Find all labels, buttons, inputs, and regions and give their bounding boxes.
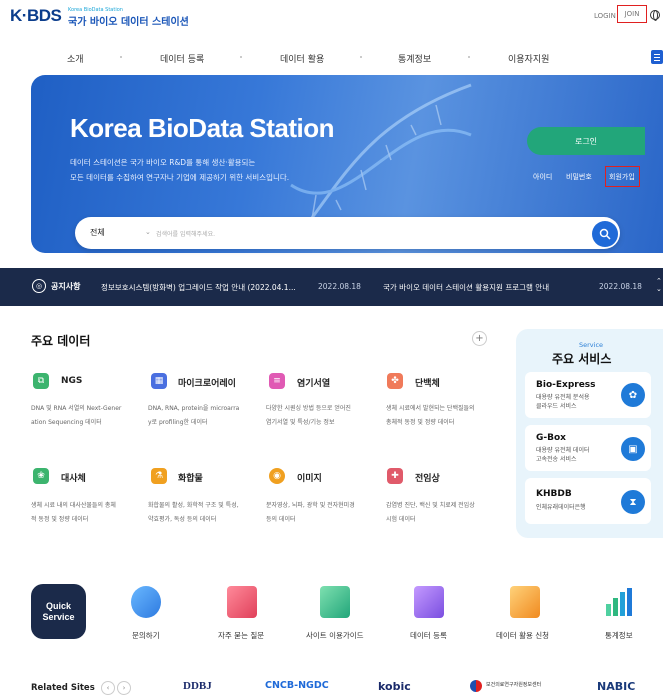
quick-item-site-guide[interactable]: 사이트 이용가이드	[306, 630, 364, 641]
data-item-image[interactable]: 이미지	[297, 471, 322, 484]
dna-icon: ⧉	[33, 373, 49, 389]
notice-item-1[interactable]: 정보보호시스템(방화벽) 업그레이드 작업 안내 (2022.04.1...	[101, 282, 296, 293]
quick-service-label: Quick Service	[31, 584, 86, 639]
nav-item-about[interactable]: 소개	[67, 52, 84, 65]
site-logo[interactable]: K·BDS	[10, 6, 62, 26]
notice-scroll-arrows-icon[interactable]: ⌃ ⌄	[656, 277, 662, 293]
megaphone-icon: ◎	[32, 279, 46, 293]
login-link[interactable]: LOGIN	[594, 12, 616, 20]
faq-icon[interactable]	[227, 586, 257, 618]
signup-highlight	[605, 166, 640, 187]
metabolite-icon: ❀	[33, 468, 49, 484]
search-button[interactable]	[592, 221, 618, 247]
chevron-left-icon[interactable]: ‹	[101, 681, 115, 695]
service-name: KHBDB	[536, 489, 572, 499]
nav-item-data-register[interactable]: 데이터 등록	[160, 52, 204, 65]
preclinical-icon: ✚	[387, 468, 403, 484]
sequence-icon: ≡	[269, 373, 285, 389]
data-item-protein-desc: 생체 시료에서 발현되는 단백질들의 총체적 동정 및 정량 데이터	[386, 405, 475, 426]
image-icon: ◉	[269, 468, 285, 484]
protein-icon: ✤	[387, 373, 403, 389]
related-site-coda[interactable]: 보건의료연구자원정보센터	[486, 681, 541, 688]
main-data-title: 주요 데이터	[31, 334, 91, 348]
data-item-metabolite[interactable]: 대사체	[61, 471, 86, 484]
nav-separator	[360, 56, 362, 58]
service-name: G-Box	[536, 433, 566, 443]
nav-separator	[240, 56, 242, 58]
hero-description-line2: 모든 데이터를 수집하여 연구자나 기업에 제공하기 위한 서비스입니다.	[70, 173, 290, 182]
service-desc: 대용량 유전체 데이터 고속전송 서비스	[536, 447, 590, 463]
microarray-icon: ▦	[151, 373, 167, 389]
data-item-sequence[interactable]: 염기서열	[297, 376, 330, 389]
search-icon	[599, 228, 611, 240]
data-item-metabolite-desc: 생체 시료 내의 대사산물들의 총체 적 동정 및 정량 데이터	[31, 502, 116, 523]
hero-login-button[interactable]: 로그인	[527, 127, 645, 155]
box-icon: ▣	[621, 437, 645, 461]
find-password-link[interactable]: 비밀번호	[566, 172, 592, 182]
more-plus-button[interactable]: +	[472, 331, 487, 346]
data-item-compound[interactable]: 화합물	[178, 471, 203, 484]
notice-label: 공지사항	[51, 282, 81, 291]
data-item-preclinical-desc: 감염병 진단, 백신 및 치료제 전임상 시험 데이터	[386, 502, 475, 523]
search-category-select[interactable]: 전체	[90, 227, 105, 238]
find-id-link[interactable]: 아이디	[533, 172, 552, 182]
related-site-kobic[interactable]: kobic	[378, 680, 411, 693]
compound-icon: ⚗	[151, 468, 167, 484]
quick-item-inquiry[interactable]: 문의하기	[132, 630, 160, 641]
data-item-preclinical[interactable]: 전임상	[415, 471, 440, 484]
statistics-chart-icon[interactable]	[604, 586, 634, 618]
data-register-icon[interactable]	[414, 586, 444, 618]
data-item-microarray[interactable]: 마이크로어레이	[178, 376, 236, 389]
data-item-microarray-desc: DNA, RNA, protein을 microarra y로 profiling…	[148, 405, 240, 426]
related-site-nabic[interactable]: NABIC	[597, 680, 635, 693]
hamburger-menu-button[interactable]	[651, 50, 663, 64]
quick-item-statistics[interactable]: 통계정보	[605, 630, 633, 641]
nav-separator	[120, 56, 122, 58]
service-name: Bio-Express	[536, 380, 596, 390]
logo-name: 국가 바이오 데이터 스테이션	[68, 17, 189, 28]
services-subtitle: Service	[579, 341, 604, 349]
globe-icon[interactable]	[650, 10, 660, 21]
nav-item-data-use[interactable]: 데이터 활용	[280, 52, 324, 65]
guide-icon[interactable]	[320, 586, 350, 618]
search-input[interactable]: 검색어를 입력해주세요.	[156, 229, 215, 238]
cloud-gear-icon: ✿	[621, 383, 645, 407]
hourglass-icon: ⧗	[621, 490, 645, 514]
inquiry-chat-icon[interactable]	[131, 586, 161, 618]
chevron-down-icon[interactable]: ⌄	[145, 228, 151, 236]
related-site-cncb-ngdc[interactable]: CNCB-NGDC	[265, 680, 329, 691]
quick-item-data-request[interactable]: 데이터 활용 신청	[496, 630, 549, 641]
hero-title: Korea BioData Station	[70, 113, 335, 143]
nav-separator	[468, 56, 470, 58]
join-link[interactable]: JOIN	[617, 5, 647, 23]
nav-item-support[interactable]: 이용자지원	[508, 52, 549, 65]
data-item-compound-desc: 화합물의 활성, 화학적 구조 및 특성, 약효평가, 독성 등의 데이터	[148, 502, 239, 523]
logo-text: K·BDS	[10, 6, 62, 25]
service-desc: 인체유래데이터은행	[536, 504, 586, 511]
service-desc: 대용량 유전체 분석용 클라우드 서비스	[536, 394, 590, 410]
related-sites-label: Related Sites	[31, 683, 95, 693]
coda-logo-icon	[470, 680, 482, 692]
services-title: 주요 서비스	[552, 352, 612, 366]
notice-item-2-date: 2022.08.18	[599, 282, 642, 291]
data-item-ngs[interactable]: NGS	[61, 376, 82, 386]
data-item-ngs-desc: DNA 및 RNA 서열의 Next-Gener ation Sequencing…	[31, 405, 122, 426]
notice-item-2[interactable]: 국가 바이오 데이터 스테이션 활용지원 프로그램 안내	[383, 282, 549, 293]
data-item-sequence-desc: 다양한 시퀀싱 방법 등으로 얻어진 염기서열 및 특성/기능 정보	[266, 405, 351, 426]
quick-item-faq[interactable]: 자주 묻는 질문	[218, 630, 264, 641]
data-item-protein[interactable]: 단백체	[415, 376, 440, 389]
quick-item-data-register[interactable]: 데이터 등록	[410, 630, 447, 641]
nav-item-statistics[interactable]: 통계정보	[398, 52, 431, 65]
chevron-right-icon[interactable]: ›	[117, 681, 131, 695]
notice-item-1-date: 2022.08.18	[318, 282, 361, 291]
data-item-image-desc: 분자영상, 뇌파, 광학 및 전자현미경 등의 데이터	[266, 502, 355, 523]
hero-description-line1: 데이터 스테이션은 국가 바이오 R&D를 통해 생산·활용되는	[70, 158, 256, 167]
data-request-icon[interactable]	[510, 586, 540, 618]
related-site-ddbj[interactable]: DDBJ	[183, 680, 212, 692]
